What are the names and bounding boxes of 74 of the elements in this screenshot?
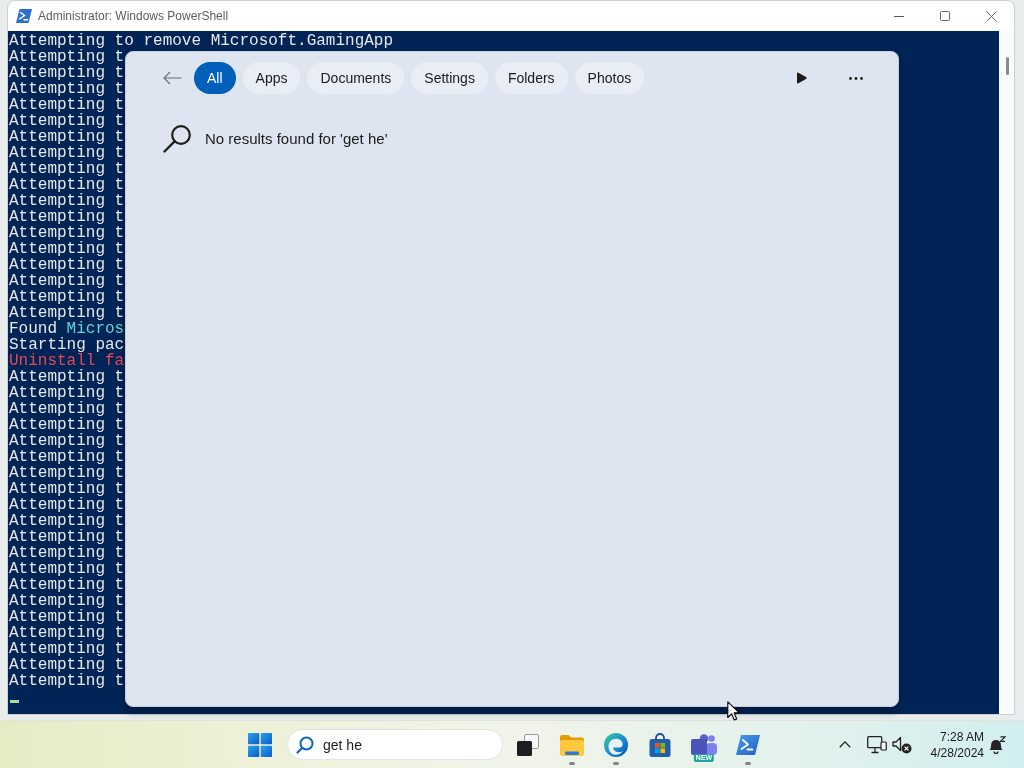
people-tile-icon[interactable]: [691, 733, 717, 756]
console-line: Attempting t: [9, 561, 125, 577]
console-line: Attempting t: [9, 673, 125, 689]
console-line: Attempting t: [9, 625, 125, 641]
console-line: Attempting t: [9, 289, 125, 305]
filter-tab[interactable]: Documents: [307, 62, 405, 94]
console-line: Attempting to remove Microsoft.GamingApp: [9, 33, 394, 49]
maximize-icon[interactable]: [940, 11, 950, 21]
search-icon: [296, 736, 314, 754]
minimize-icon[interactable]: [894, 15, 904, 17]
console-line: Attempting t: [9, 545, 125, 561]
console-line: Attempting t: [9, 177, 125, 193]
console-line: Attempting t: [9, 465, 125, 481]
console-line: Attempting t: [9, 145, 125, 161]
window-title: Administrator: Windows PowerShell: [38, 9, 229, 23]
console-line: Found Micros: [9, 321, 125, 337]
stacked-squares-icon[interactable]: [516, 732, 540, 757]
muted-speaker-icon[interactable]: [892, 735, 912, 754]
console-line: Attempting t: [9, 209, 125, 225]
console-line: Attempting t: [9, 113, 125, 129]
console-line: Attempting t: [9, 273, 125, 289]
console-line: Attempting t: [9, 593, 125, 609]
console-line: Attempting t: [9, 513, 125, 529]
console-line: Attempting t: [9, 609, 125, 625]
console-line: Attempting t: [9, 385, 125, 401]
console-line: Attempting t: [9, 657, 125, 673]
monitor-icon[interactable]: [867, 735, 887, 754]
no-results-message: No results found for 'get he': [205, 130, 388, 147]
swirl-icon[interactable]: [604, 732, 628, 757]
console-line: Attempting t: [9, 369, 125, 385]
console-line: Attempting t: [9, 449, 125, 465]
console-line: Attempting t: [9, 161, 125, 177]
console-line: Uninstall fa: [9, 353, 125, 369]
four-tiles-icon[interactable]: [248, 732, 272, 757]
console-line: Attempting t: [9, 129, 125, 145]
filter-tab[interactable]: Photos: [574, 62, 645, 94]
search-field[interactable]: get he: [287, 729, 503, 760]
filter-tab[interactable]: Settings: [411, 62, 488, 94]
console-line: Attempting t: [9, 257, 125, 273]
clock-time[interactable]: 7:28 AM: [939, 728, 984, 745]
console-line: Starting pac: [9, 337, 125, 353]
filter-tab[interactable]: All: [194, 62, 236, 94]
folder-icon[interactable]: [559, 733, 585, 756]
close-icon[interactable]: [985, 10, 997, 22]
back-arrow-icon[interactable]: [163, 71, 182, 85]
console-line: Attempting t: [9, 241, 125, 257]
more-icon[interactable]: [849, 76, 863, 80]
scrollbar-thumb[interactable]: [1006, 57, 1009, 75]
console-line: Attempting t: [9, 65, 125, 81]
bell-icon[interactable]: [988, 735, 1006, 754]
text-cursor: [10, 700, 19, 703]
console-line: Attempting t: [9, 641, 125, 657]
console-line: Attempting t: [9, 49, 125, 65]
prompt-icon: [16, 9, 32, 23]
console-line: Attempting t: [9, 497, 125, 513]
caret-up-icon[interactable]: [839, 741, 851, 748]
console-line: Attempting t: [9, 577, 125, 593]
console-line: Attempting t: [9, 481, 125, 497]
console-line: Attempting t: [9, 225, 125, 241]
filter-tab[interactable]: Apps: [242, 62, 301, 94]
play-icon[interactable]: [796, 72, 807, 84]
console-line: Attempting t: [9, 401, 125, 417]
console-line: Attempting t: [9, 81, 125, 97]
clock-date[interactable]: 4/28/2024: [930, 744, 984, 761]
console-line: Attempting t: [9, 305, 125, 321]
search-icon: [163, 124, 192, 153]
console-line: Attempting t: [9, 193, 125, 209]
prompt-icon[interactable]: [736, 734, 760, 755]
console-line: Attempting t: [9, 417, 125, 433]
console-line: Attempting t: [9, 433, 125, 449]
filter-tab[interactable]: Folders: [494, 62, 568, 94]
console-line: Attempting t: [9, 97, 125, 113]
console-line: Attempting t: [9, 529, 125, 545]
shopping-bag-icon[interactable]: [648, 732, 672, 757]
